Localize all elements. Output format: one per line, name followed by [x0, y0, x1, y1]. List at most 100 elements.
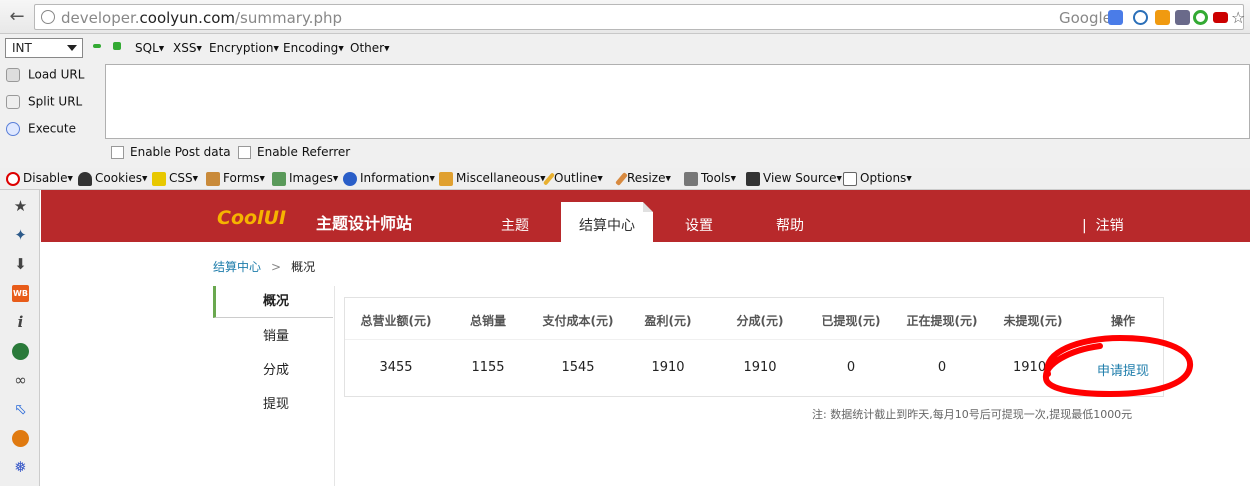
execute-button[interactable]: Execute: [6, 121, 76, 136]
swirl-icon[interactable]: [1133, 10, 1148, 25]
url-text: developer.coolyun.com/summary.php: [61, 9, 342, 27]
split-url-button[interactable]: Split URL: [6, 94, 82, 109]
td-profit: 1910: [651, 360, 685, 375]
url-field[interactable]: developer.coolyun.com/summary.php Google…: [34, 4, 1246, 30]
globe-icon: [41, 10, 55, 24]
star-icon[interactable]: ☆: [1231, 10, 1246, 26]
th-total-sales: 总销量: [469, 314, 506, 328]
load-url-icon: [6, 67, 20, 82]
link-icon[interactable]: ∞: [12, 372, 29, 389]
wd-miscellaneous[interactable]: Miscellaneous▼: [439, 171, 546, 186]
wd-cookies[interactable]: Cookies▼: [78, 171, 147, 186]
url-textarea[interactable]: [105, 64, 1250, 139]
menu-withdraw[interactable]: 提现: [213, 389, 333, 421]
enable-referrer-checkbox[interactable]: Enable Referrer: [238, 145, 350, 159]
th-withdrawn: 已提现(元): [821, 314, 881, 328]
site-logo[interactable]: CoolUI: [217, 207, 286, 229]
download-icon[interactable]: ⬇: [12, 256, 29, 273]
site-header: CoolUI 主题设计师站 主题 结算中心 设置 帮助 | 注销: [41, 190, 1250, 242]
menu-xss[interactable]: XSS▼: [173, 41, 202, 55]
firebug-icon[interactable]: [12, 430, 29, 447]
puzzle-icon[interactable]: ✦: [12, 227, 29, 244]
side-toolbar: ★ ✦ ⬇ WB i ∞ ⬁ ❅: [0, 190, 40, 486]
td-payment-cost: 1545: [561, 360, 595, 375]
forms-icon: [206, 171, 220, 186]
th-payment-cost: 支付成本(元): [542, 314, 614, 328]
menu-encoding[interactable]: Encoding▼: [283, 41, 344, 55]
td-withdrawn: 0: [846, 360, 856, 375]
wd-tools[interactable]: Tools▼: [684, 171, 736, 186]
settlement-menu: 概况 销量 分成 提现: [213, 286, 335, 486]
nav-settings[interactable]: 设置: [685, 215, 713, 235]
menu-sql[interactable]: SQL▼: [135, 41, 164, 55]
view-source-icon: [746, 171, 760, 186]
web-developer-toolbar: Disable▼ Cookies▼ CSS▼ Forms▼ Images▼ In…: [0, 168, 1250, 190]
cursor-icon[interactable]: ⬁: [12, 401, 29, 418]
td-not-withdrawn: 1910: [1013, 360, 1047, 375]
breadcrumb-root[interactable]: 结算中心: [213, 260, 261, 274]
search-engine-label[interactable]: Google: [1059, 9, 1112, 27]
type-select[interactable]: INT: [5, 38, 83, 58]
wd-css[interactable]: CSS▼: [152, 171, 198, 186]
breadcrumb-current: 概况: [291, 260, 316, 274]
disable-icon: [6, 171, 20, 186]
wd-resize[interactable]: Resize▼: [615, 171, 671, 186]
menu-other[interactable]: Other▼: [350, 41, 389, 55]
wd-disable[interactable]: Disable▼: [6, 171, 73, 186]
site-subtitle: 主题设计师站: [316, 214, 413, 233]
swirl-icon[interactable]: ❅: [12, 459, 29, 476]
th-profit: 盈利(元): [644, 314, 692, 328]
load-url-button[interactable]: Load URL: [6, 67, 84, 82]
wd-information[interactable]: Information▼: [343, 171, 435, 186]
php-icon[interactable]: [1175, 10, 1190, 25]
wd-options[interactable]: Options▼: [843, 171, 912, 186]
breadcrumb: 结算中心 > 概况: [213, 258, 315, 275]
th-action: 操作: [1110, 314, 1135, 328]
logout-link[interactable]: | 注销: [1082, 215, 1124, 235]
td-total-revenue: 3455: [379, 360, 413, 375]
images-icon: [272, 171, 286, 186]
shield-icon[interactable]: [1155, 10, 1170, 25]
minus-icon[interactable]: [93, 44, 101, 48]
google-g-icon[interactable]: [1108, 10, 1123, 25]
play-icon: [6, 121, 20, 136]
resize-icon: [615, 171, 628, 186]
td-withdrawing: 0: [937, 360, 947, 375]
menu-overview[interactable]: 概况: [213, 286, 333, 318]
wd-outline[interactable]: Outline▼: [542, 171, 603, 186]
menu-share[interactable]: 分成: [213, 355, 333, 387]
th-withdrawing: 正在提现(元): [906, 314, 978, 328]
th-total-revenue: 总营业额(元): [360, 314, 432, 328]
nav-help[interactable]: 帮助: [776, 215, 804, 235]
hackbar-toolbar: INT SQL▼ XSS▼ Encryption▼ Encoding▼ Othe…: [0, 34, 1250, 62]
css-icon: [152, 171, 166, 186]
plus-icon[interactable]: [113, 42, 121, 50]
flag-icon[interactable]: [1213, 12, 1228, 23]
td-total-sales: 1155: [471, 360, 505, 375]
nav-settle-active[interactable]: 结算中心: [561, 202, 653, 242]
back-arrow-icon[interactable]: ←: [6, 6, 28, 28]
green-shield-icon[interactable]: [12, 343, 29, 360]
footnote: 注: 数据统计截止到昨天,每月10号后可提现一次,提现最低1000元: [812, 408, 1133, 421]
misc-icon: [439, 171, 453, 186]
info-icon[interactable]: i: [12, 314, 29, 331]
wd-forms[interactable]: Forms▼: [206, 171, 265, 186]
wd-view-source[interactable]: View Source▼: [746, 171, 842, 186]
breadcrumb-separator: >: [271, 260, 282, 274]
cookies-icon: [78, 171, 92, 186]
nav-settle-label: 结算中心: [579, 218, 635, 234]
star-icon[interactable]: ★: [12, 198, 29, 215]
wd-images[interactable]: Images▼: [272, 171, 338, 186]
info-icon: [343, 171, 357, 186]
logout-label: 注销: [1095, 218, 1124, 234]
nav-theme[interactable]: 主题: [501, 215, 529, 235]
apply-withdraw-link[interactable]: 申请提现: [1085, 360, 1161, 379]
menu-encryption[interactable]: Encryption▼: [209, 41, 279, 55]
th-not-withdrawn: 未提现(元): [1003, 314, 1063, 328]
menu-sales[interactable]: 销量: [213, 321, 333, 353]
refresh-c-icon[interactable]: [1193, 10, 1208, 25]
th-share: 分成(元): [736, 314, 784, 328]
wb-icon[interactable]: WB: [12, 285, 29, 302]
enable-post-checkbox[interactable]: Enable Post data: [111, 145, 231, 159]
td-share: 1910: [743, 360, 777, 375]
